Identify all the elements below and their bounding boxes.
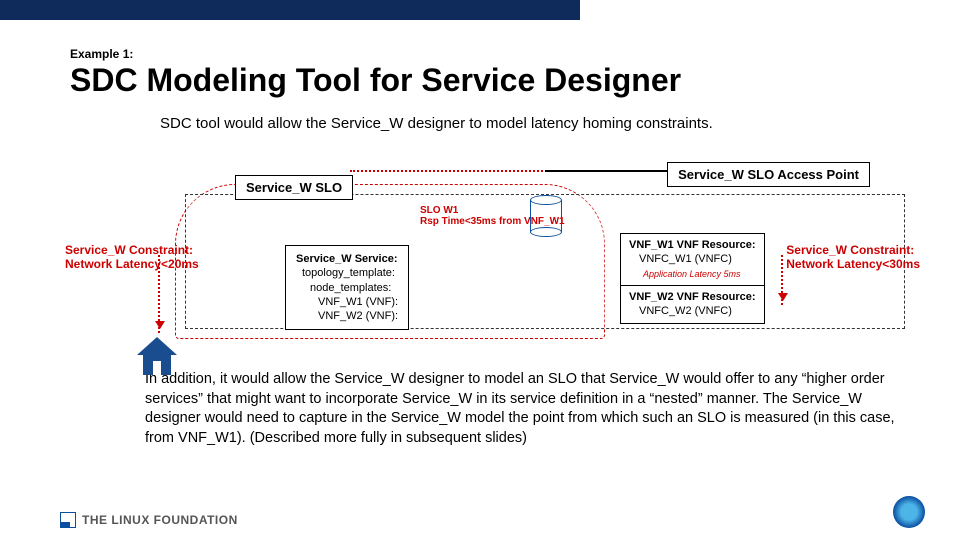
footer-logo: THE LINUX FOUNDATION: [60, 512, 238, 528]
home-icon: [135, 335, 179, 384]
example-label: Example 1:: [70, 47, 133, 61]
footer-text: THE LINUX FOUNDATION: [82, 513, 238, 527]
service-line: node_templates:: [296, 281, 398, 295]
att-logo-icon: [893, 496, 925, 528]
constraint-left: Service_W Constraint: Network Latency<20…: [65, 243, 199, 271]
vnf2-title: VNF_W2 VNF Resource:: [629, 291, 756, 303]
vnf1-sub: VNFC_W1 (VNFC): [629, 253, 732, 265]
vnf-w2-box: VNF_W2 VNF Resource: VNFC_W2 (VNFC): [620, 285, 765, 324]
access-point-icon: [530, 195, 562, 237]
access-point-label-box: Service_W SLO Access Point: [667, 162, 870, 187]
description-paragraph: In addition, it would allow the Service_…: [145, 370, 905, 448]
page-title: SDC Modeling Tool for Service Designer: [70, 62, 681, 99]
vnf-w1-box: VNF_W1 VNF Resource: VNFC_W1 (VNFC) Appl…: [620, 233, 765, 286]
service-title: Service_W Service:: [296, 252, 398, 266]
service-line: VNF_W2 (VNF):: [296, 309, 398, 323]
vnf1-title: VNF_W1 VNF Resource:: [629, 239, 756, 251]
service-line: VNF_W1 (VNF):: [296, 295, 398, 309]
diagram-area: Service_W SLO Service_W SLO Access Point…: [60, 155, 920, 345]
service-definition-box: Service_W Service: topology_template: no…: [285, 245, 409, 330]
arrow-right: [781, 255, 783, 305]
slo-label-box: Service_W SLO: [235, 175, 353, 200]
service-line: topology_template:: [296, 266, 398, 280]
vnf1-latency: Application Latency 5ms: [629, 269, 741, 279]
vnf2-sub: VNFC_W2 (VNFC): [629, 305, 732, 317]
header-bar: [0, 0, 580, 20]
subtitle: SDC tool would allow the Service_W desig…: [160, 115, 713, 132]
linux-foundation-icon: [60, 512, 76, 528]
constraint-right: Service_W Constraint: Network Latency<30…: [786, 243, 920, 271]
